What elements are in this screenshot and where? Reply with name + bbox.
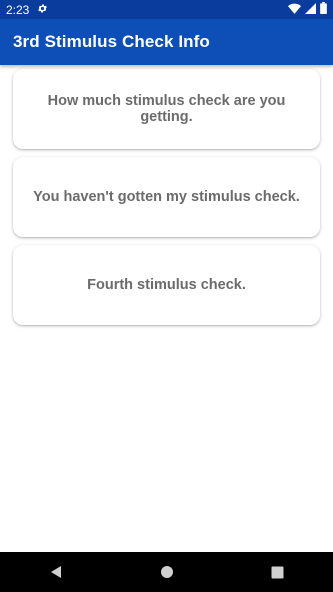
gear-icon — [37, 3, 48, 17]
status-time: 2:23 — [6, 2, 30, 17]
card-list: How much stimulus check are you getting.… — [13, 69, 320, 333]
back-button[interactable] — [36, 552, 76, 592]
card-fourth-check[interactable]: Fourth stimulus check. — [13, 245, 320, 325]
home-button[interactable] — [147, 552, 187, 592]
home-icon — [160, 566, 173, 578]
card-how-much[interactable]: How much stimulus check are you getting. — [13, 69, 320, 149]
back-icon — [50, 566, 61, 578]
card-label: How much stimulus check are you getting. — [47, 93, 286, 125]
battery-icon — [320, 2, 327, 17]
wifi-icon — [288, 3, 301, 17]
app-title: 3rd Stimulus Check Info — [13, 32, 210, 51]
card-havent-gotten[interactable]: You haven't gotten my stimulus check. — [13, 157, 320, 237]
status-bar: 2:23 — [0, 0, 333, 19]
recents-icon — [271, 566, 284, 578]
card-label: Fourth stimulus check. — [87, 277, 246, 293]
nav-bar — [0, 552, 333, 592]
app-bar: 3rd Stimulus Check Info — [0, 19, 333, 65]
card-label: You haven't gotten my stimulus check. — [33, 189, 300, 205]
signal-icon — [305, 2, 316, 17]
recents-button[interactable] — [258, 552, 298, 592]
